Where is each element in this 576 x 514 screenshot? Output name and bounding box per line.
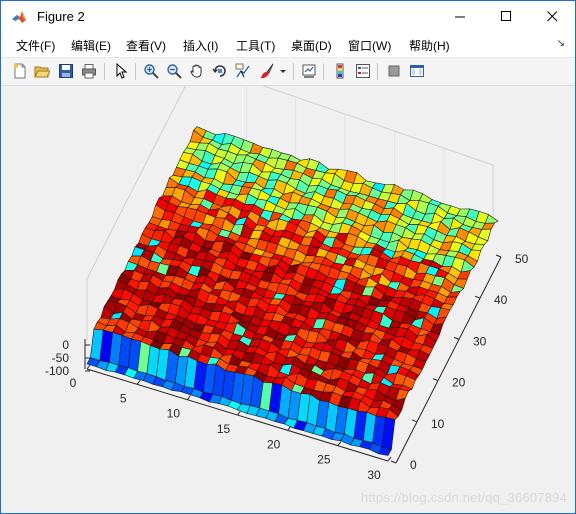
menu-insert[interactable]: 插入(I) <box>183 37 218 54</box>
new-figure-icon[interactable] <box>10 61 30 81</box>
y-tick-label: 40 <box>494 293 508 307</box>
x-tick-label: 15 <box>217 422 231 436</box>
edit-plot-arrow-icon[interactable] <box>111 61 131 81</box>
surface-mesh <box>86 126 499 456</box>
y-tick-label: 0 <box>410 458 417 472</box>
menu-edit[interactable]: 编辑(E) <box>71 37 111 54</box>
minimize-button[interactable] <box>437 1 483 32</box>
print-icon[interactable] <box>79 61 99 81</box>
y-tick-label: 30 <box>473 334 487 348</box>
x-tick-label: 25 <box>317 453 331 467</box>
y-tick-label: 20 <box>452 376 466 390</box>
rotate-3d-icon[interactable] <box>210 61 230 81</box>
matlab-logo-icon <box>12 11 26 23</box>
menu-desktop[interactable]: 桌面(D) <box>291 37 332 54</box>
maximize-icon <box>500 11 511 21</box>
legend-icon[interactable] <box>353 61 373 81</box>
hide-plot-tools-icon[interactable] <box>384 61 404 81</box>
link-plot-icon[interactable] <box>299 61 319 81</box>
title-bar[interactable]: Figure 2 <box>1 1 575 32</box>
data-cursor-icon[interactable] <box>233 61 253 81</box>
menu-file[interactable]: 文件(F) <box>16 37 55 54</box>
menu-view[interactable]: 查看(V) <box>126 37 166 54</box>
window-title: Figure 2 <box>37 9 85 24</box>
y-tick-mark <box>390 460 397 464</box>
save-icon[interactable] <box>56 61 76 81</box>
y-tick-mark <box>411 419 418 423</box>
zoom-in-icon[interactable] <box>141 61 161 81</box>
close-icon <box>546 11 557 22</box>
y-tick-mark <box>474 295 481 299</box>
pan-hand-icon[interactable] <box>187 61 207 81</box>
brush-icon[interactable] <box>257 61 277 81</box>
x-tick-mark <box>387 456 392 462</box>
x-tick-mark <box>186 395 191 400</box>
menu-help[interactable]: 帮助(H) <box>409 37 450 54</box>
surface-plot[interactable]: 051015202530010203040500-50-100 <box>1 86 575 514</box>
show-plot-tools-icon[interactable] <box>407 61 427 81</box>
figure-toolbar <box>1 58 575 86</box>
x-tick-label: 5 <box>120 391 127 405</box>
zoom-out-icon[interactable] <box>164 61 184 81</box>
y-tick-mark <box>432 378 439 382</box>
close-button[interactable] <box>529 1 575 32</box>
y-tick-label: 50 <box>515 252 529 266</box>
z-tick-label: -100 <box>45 364 69 378</box>
minimize-icon <box>454 16 465 18</box>
x-tick-label: 0 <box>70 376 77 390</box>
x-tick-label: 10 <box>167 407 181 421</box>
x-tick-mark <box>237 410 241 416</box>
watermark-text: https://blog.csdn.net/qq_36607894 <box>360 490 567 505</box>
menu-tools[interactable]: 工具(T) <box>236 37 275 54</box>
x-tick-label: 20 <box>267 437 281 451</box>
y-tick-mark <box>453 336 460 340</box>
y-tick-label: 10 <box>431 417 445 431</box>
x-tick-mark <box>86 364 91 370</box>
x-tick-mark <box>287 426 292 431</box>
maximize-button[interactable] <box>483 1 529 32</box>
figure-window: Figure 2 文件(F) 编辑(E) 查看(V) 插入(I) 工具(T) 桌… <box>0 0 576 514</box>
z-tick-label: -50 <box>52 351 70 365</box>
y-tick-mark <box>495 254 502 258</box>
figure-canvas[interactable]: 0 5 10 15 20 25 30 0 10 20 30 40 50 0 -50 -100 https://… <box>1 86 575 513</box>
z-tick-label: 0 <box>62 338 69 352</box>
brush-dropdown-icon[interactable] <box>278 61 288 81</box>
menu-bar: 文件(F) 编辑(E) 查看(V) 插入(I) 工具(T) 桌面(D) 窗口(W… <box>1 32 575 58</box>
x-tick-mark <box>337 441 342 446</box>
colorbar-icon[interactable] <box>330 61 350 81</box>
open-file-icon[interactable] <box>32 61 52 81</box>
menu-window[interactable]: 窗口(W) <box>348 37 391 54</box>
dock-arrow-icon[interactable]: ↘ <box>557 38 565 49</box>
x-tick-label: 30 <box>367 468 381 482</box>
x-tick-mark <box>136 380 141 385</box>
